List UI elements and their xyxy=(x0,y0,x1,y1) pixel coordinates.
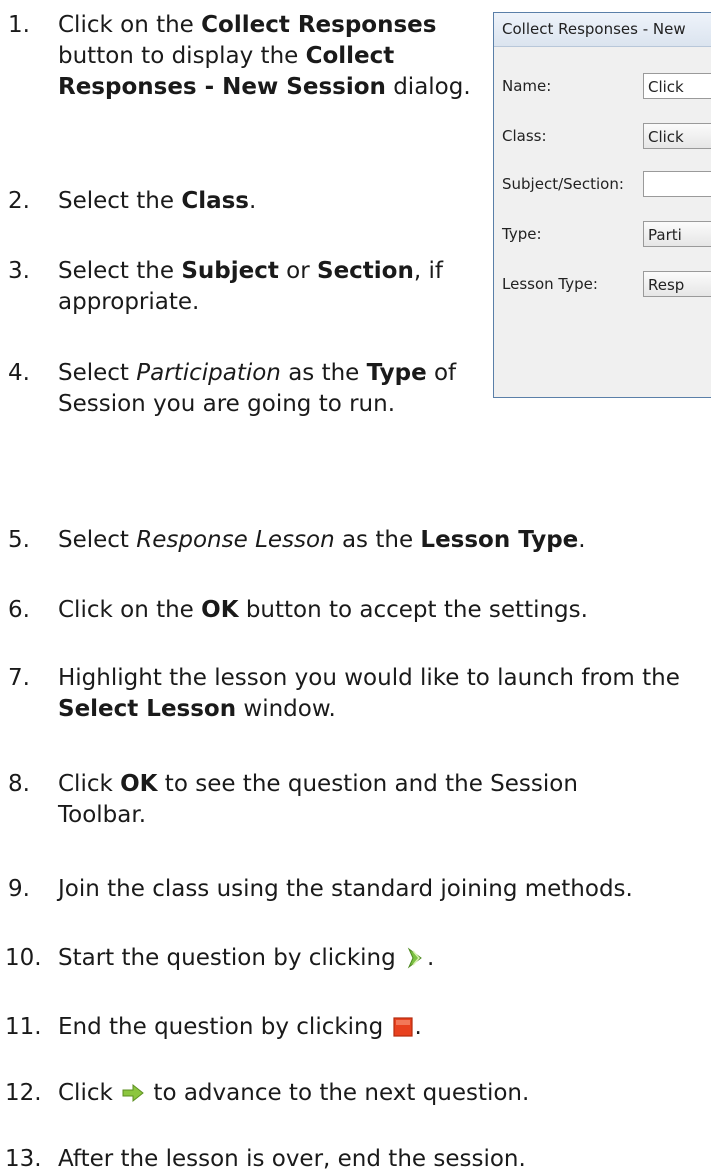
step-text: . xyxy=(427,945,435,971)
name-label: Name: xyxy=(502,77,552,95)
step-number: 4. xyxy=(8,360,30,386)
step-text: Select xyxy=(58,527,137,553)
class-select[interactable]: Click xyxy=(643,123,711,149)
name-field[interactable]: Click xyxy=(643,73,711,99)
step-number: 12. xyxy=(5,1080,42,1106)
step-text: button to accept the settings. xyxy=(238,597,588,623)
step-text: Click xyxy=(58,771,121,797)
step-text: window. xyxy=(236,696,336,722)
start-arrow-icon xyxy=(404,947,426,978)
stop-square-icon xyxy=(392,1016,414,1047)
step-number: 9. xyxy=(8,876,30,902)
step-text: End the question by clicking xyxy=(58,1014,391,1040)
step-text: . xyxy=(578,527,586,553)
step-bold-text: OK xyxy=(201,597,239,623)
step-italic-text: Response Lesson xyxy=(136,527,335,553)
step-number: 11. xyxy=(5,1014,42,1040)
subject-section-label: Subject/Section: xyxy=(502,175,624,193)
step-bold-text: Class xyxy=(181,188,249,214)
step-text: After the lesson is over, end the sessio… xyxy=(58,1146,526,1172)
step-italic-text: Participation xyxy=(136,360,281,386)
collect-responses-dialog: Collect Responses - New Name: Click Clas… xyxy=(493,12,711,398)
step-number: 1. xyxy=(8,12,30,38)
step-text: Select the xyxy=(58,258,182,284)
step-text: Join the class using the standard joinin… xyxy=(58,876,633,902)
step-number: 10. xyxy=(5,945,42,971)
step-bold-text: Select Lesson xyxy=(58,696,237,722)
next-arrow-icon xyxy=(121,1082,145,1113)
step-text: Click xyxy=(58,1080,121,1106)
subject-section-field[interactable] xyxy=(643,171,711,197)
class-label: Class: xyxy=(502,127,547,145)
step-text: button to display the xyxy=(58,43,306,69)
step-text: Select xyxy=(58,360,137,386)
step-text: Select the xyxy=(58,188,182,214)
step-text: or xyxy=(278,258,317,284)
step-text: . xyxy=(249,188,257,214)
step-text: . xyxy=(414,1014,422,1040)
lesson-type-label: Lesson Type: xyxy=(502,275,598,293)
step-number: 3. xyxy=(8,258,30,284)
step-text: to advance to the next question. xyxy=(146,1080,530,1106)
step-text: Highlight the lesson you would like to l… xyxy=(58,665,680,691)
step-number: 2. xyxy=(8,188,30,214)
dialog-title: Collect Responses - New xyxy=(494,13,711,47)
step-text: as the xyxy=(334,527,421,553)
step-number: 7. xyxy=(8,665,30,691)
step-number: 13. xyxy=(5,1146,42,1172)
step-bold-text: OK xyxy=(120,771,158,797)
step-text: Click on the xyxy=(58,597,202,623)
step-bold-text: Lesson Type xyxy=(420,527,579,553)
step-number: 6. xyxy=(8,597,30,623)
step-text: dialog. xyxy=(385,74,471,100)
step-bold-text: Section xyxy=(317,258,414,284)
step-bold-text: Collect Responses xyxy=(201,12,437,38)
step-bold-text: Type xyxy=(366,360,427,386)
step-text: Click on the xyxy=(58,12,202,38)
type-label: Type: xyxy=(502,225,542,243)
step-number: 8. xyxy=(8,771,30,797)
step-bold-text: Subject xyxy=(181,258,279,284)
step-text: Start the question by clicking xyxy=(58,945,404,971)
type-select[interactable]: Parti xyxy=(643,221,711,247)
step-number: 5. xyxy=(8,527,30,553)
lesson-type-select[interactable]: Resp xyxy=(643,271,711,297)
step-text: as the xyxy=(280,360,367,386)
